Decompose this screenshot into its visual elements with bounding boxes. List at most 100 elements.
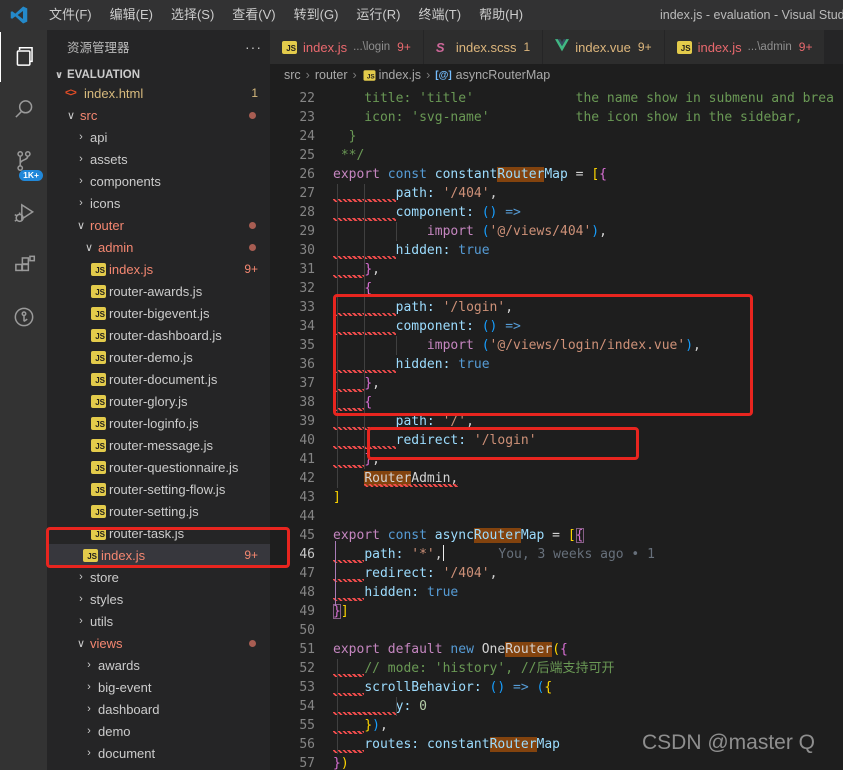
tree-file-router-document.js[interactable]: JS router-document.js — [47, 368, 270, 390]
tab-index.vue[interactable]: index.vue 9+ — [543, 30, 665, 64]
explorer-icon[interactable] — [0, 32, 48, 82]
chevron-right-icon: › — [87, 703, 91, 715]
menu-item[interactable]: 帮助(H) — [470, 7, 532, 22]
tree-file-router-loginfo.js[interactable]: JS router-loginfo.js — [47, 412, 270, 434]
js-file-icon: JS — [91, 306, 106, 320]
explorer-actions-icon[interactable]: ··· — [245, 39, 262, 55]
line-number: 53 — [299, 680, 315, 695]
extensions-icon[interactable] — [0, 240, 47, 290]
tree-folder-src[interactable]: ∨ src — [47, 104, 270, 126]
tree-file-router-dashboard.js[interactable]: JS router-dashboard.js — [47, 324, 270, 346]
code-editor[interactable]: 22 title: 'title' the name show in subme… — [270, 86, 843, 770]
tree-file-router-demo.js[interactable]: JS router-demo.js — [47, 346, 270, 368]
tree-file-router-message.js[interactable]: JS router-message.js — [47, 434, 270, 456]
breadcrumb-item-asyncRouterMap[interactable]: asyncRouterMap — [456, 68, 551, 82]
tree-file-router-setting.js[interactable]: JS router-setting.js — [47, 500, 270, 522]
tree-file-index.js[interactable]: JS index.js 9+ — [47, 544, 270, 566]
code-token: export — [333, 642, 380, 657]
tree-folder-router[interactable]: ∨ router — [47, 214, 270, 236]
code-token: '/404' — [442, 186, 490, 201]
code-line: 39 path: '/', — [270, 412, 843, 431]
tree-folder-dashboard[interactable]: › dashboard — [47, 698, 270, 720]
tree-folder-utils[interactable]: › utils — [47, 610, 270, 632]
chevron-right-icon: › — [79, 593, 83, 605]
menu-item[interactable]: 编辑(E) — [101, 7, 162, 22]
tree-folder-icons[interactable]: › icons — [47, 192, 270, 214]
tree-file-index.html[interactable]: <> index.html 1 — [47, 87, 270, 104]
line-number: 23 — [299, 110, 315, 125]
tree-file-router-setting-flow.js[interactable]: JS router-setting-flow.js — [47, 478, 270, 500]
code-token: => — [505, 319, 521, 334]
tree-file-router-task.js[interactable]: JS router-task.js — [47, 522, 270, 544]
tree-item-label: index.js — [101, 547, 146, 563]
code-token: } — [364, 376, 373, 391]
chevron-down-icon: ∨ — [76, 637, 86, 650]
tree-folder-big-event[interactable]: › big-event — [47, 676, 270, 698]
code-line-content: import ('@/views/login/index.vue'), — [333, 338, 701, 353]
tree-folder-document[interactable]: › document — [47, 742, 270, 764]
tree-file-index.js[interactable]: JS index.js 9+ — [47, 258, 270, 280]
code-token: default — [387, 642, 443, 657]
menu-item[interactable]: 终端(T) — [409, 7, 470, 22]
tree-item-label: index.html — [84, 87, 144, 101]
tree-folder-glory[interactable]: ›glory — [47, 764, 270, 770]
menu-item[interactable]: 文件(F) — [40, 7, 101, 22]
tree-folder-awards[interactable]: › awards — [47, 654, 270, 676]
menu-item[interactable]: 选择(S) — [162, 7, 223, 22]
tab-index.js-3[interactable]: JS index.js ...\admin 9+ — [664, 30, 826, 64]
tree-folder-styles[interactable]: › styles — [47, 588, 270, 610]
js-file-icon: JS — [91, 372, 106, 386]
code-token: hidden: — [395, 243, 451, 258]
error-dot-badge — [249, 221, 256, 229]
problems-badge: 9+ — [244, 548, 258, 562]
code-line: 35 import ('@/views/login/index.vue'), — [270, 336, 843, 355]
code-token: } — [333, 129, 357, 144]
source-control-icon[interactable]: 1K+ — [0, 136, 47, 186]
code-line-content: ] — [333, 490, 341, 505]
vscode-logo-icon — [10, 6, 28, 24]
chevron-right-icon: › — [79, 153, 83, 165]
code-token: scrollBehavior: — [364, 680, 482, 695]
line-number: 37 — [299, 376, 315, 391]
tree-folder-admin[interactable]: ∨ admin — [47, 236, 270, 258]
line-number: 44 — [299, 509, 315, 524]
run-debug-icon[interactable] — [0, 188, 47, 238]
tree-folder-components[interactable]: › components — [47, 170, 270, 192]
tree-file-router-glory.js[interactable]: JS router-glory.js — [47, 390, 270, 412]
tree-folder-demo[interactable]: › demo — [47, 720, 270, 742]
code-token: icon: 'svg-name' the icon show in the si… — [333, 110, 803, 125]
tree-folder-assets[interactable]: › assets — [47, 148, 270, 170]
code-token: // mode: 'history', //后端支持可开 — [364, 661, 615, 676]
search-icon[interactable] — [0, 84, 47, 134]
tree-folder-store[interactable]: › store — [47, 566, 270, 588]
tree-file-router-questionnaire.js[interactable]: JS router-questionnaire.js — [47, 456, 270, 478]
menu-item[interactable]: 运行(R) — [347, 7, 409, 22]
code-token: true — [458, 357, 490, 372]
tab-index.js-0[interactable]: JS index.js ...\login 9+ — [270, 30, 424, 64]
code-line: 53 scrollBehavior: () => ({ — [270, 678, 843, 697]
code-token: path: — [395, 186, 435, 201]
indent-guide — [337, 184, 338, 488]
code-token: [ — [591, 167, 600, 182]
menu-item[interactable]: 转到(G) — [285, 7, 348, 22]
workspace-section-header[interactable]: ∨ EVALUATION — [47, 63, 270, 87]
breadcrumb-item-router[interactable]: router — [315, 68, 348, 82]
tree-file-router-bigevent.js[interactable]: JS router-bigevent.js — [47, 302, 270, 324]
code-line: 42 RouterAdmin, — [270, 469, 843, 488]
tree-file-router-awards.js[interactable]: JS router-awards.js — [47, 280, 270, 302]
tree-folder-views[interactable]: ∨ views — [47, 632, 270, 654]
breadcrumb-separator-icon: › — [305, 68, 310, 82]
breadcrumb-item-src[interactable]: src — [284, 68, 301, 82]
tree-folder-api[interactable]: › api — [47, 126, 270, 148]
breadcrumb-item-index.js[interactable]: index.js — [379, 68, 421, 82]
menu-item[interactable]: 查看(V) — [223, 7, 284, 22]
remote-circle-icon[interactable] — [0, 292, 47, 342]
tab-index.scss[interactable]: Sindex.scss 1 — [423, 30, 544, 64]
